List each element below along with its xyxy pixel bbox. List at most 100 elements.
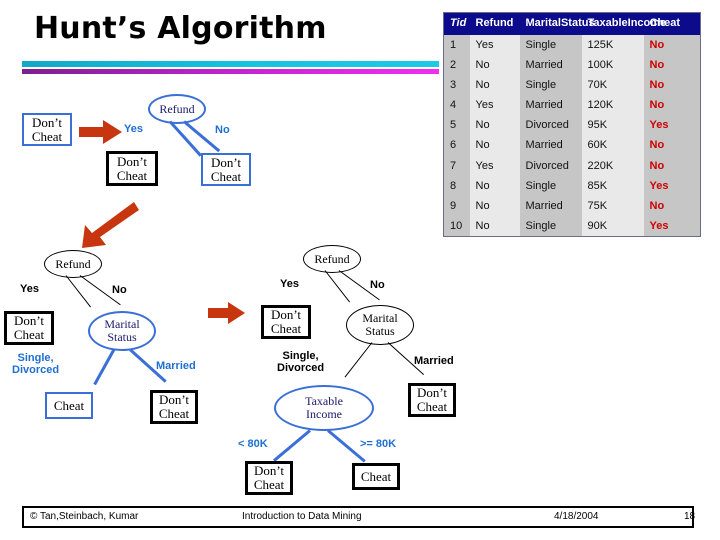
tree1-root-refund-node: Refund — [148, 94, 206, 124]
node-line-1: Refund — [314, 251, 350, 266]
table-cell: Married — [519, 55, 582, 76]
table-cell: 3 — [443, 75, 470, 96]
column-header-tid: Tid — [443, 12, 470, 35]
table-cell: Married — [519, 135, 582, 156]
table-cell: No — [469, 175, 520, 196]
header-line-1: Taxable — [587, 17, 628, 29]
tree2-edge-single-divorced — [93, 348, 116, 386]
table-cell: 125K — [581, 34, 644, 56]
node-line-2: Cheat — [270, 321, 302, 336]
table-cell: No — [643, 135, 701, 156]
table-cell: Married — [519, 195, 582, 216]
node-line-1: Don’t — [416, 385, 448, 401]
label-line-2: Divorced — [12, 364, 60, 377]
table-cell: No — [469, 55, 520, 76]
node-line-2: Cheat — [31, 128, 63, 144]
table-cell: 7 — [443, 155, 470, 176]
table-cell: No — [643, 55, 701, 76]
column-header-cheat: Cheat — [643, 12, 701, 35]
title-rule-teal — [22, 61, 439, 67]
node-line-2: Cheat — [416, 399, 448, 414]
table-cell: No — [469, 135, 520, 156]
tree3-label-married: Married — [414, 355, 454, 367]
node-line-1: Don’t — [31, 114, 63, 130]
table-cell: No — [643, 195, 701, 216]
table-cell: No — [469, 215, 520, 237]
tree1-label-no: No — [215, 124, 230, 136]
column-header-refund: Refund — [469, 12, 520, 35]
table-cell: 220K — [581, 155, 644, 176]
column-header-marital-status: MaritalStatus — [519, 12, 595, 35]
table-cell: No — [643, 34, 701, 56]
tree1-label-yes: Yes — [124, 123, 143, 135]
tree2-to-tree3-arrow-icon — [208, 302, 245, 324]
node-line-1: Refund — [55, 256, 91, 271]
node-line-2: Cheat — [13, 327, 45, 342]
tree1-to-tree2-arrow-icon — [82, 202, 139, 248]
tree3-label-single-divorced: Single, Divorced — [277, 350, 324, 374]
tree3-leaf-married: Don’t Cheat — [408, 383, 456, 417]
tree3-taxable-income-node: Taxable Income — [274, 385, 374, 431]
tree2-leaf-yes: Don’t Cheat — [4, 311, 54, 345]
table-cell: Yes — [469, 34, 520, 56]
label-line-1: Single, — [282, 350, 319, 362]
node-line-1: Don’t — [116, 153, 148, 169]
table-cell: No — [469, 115, 520, 136]
table-cell: 10 — [443, 215, 470, 237]
table-cell: 5 — [443, 115, 470, 136]
node-line-1: Don’t — [253, 463, 285, 479]
table-cell: 70K — [581, 75, 644, 96]
tree3-marital-status-node: Marital Status — [346, 305, 414, 345]
table-cell: 90K — [581, 215, 644, 237]
node-line-2: Status — [107, 330, 137, 344]
tree1-leaf-yes: Don’t Cheat — [106, 151, 158, 186]
tree2-leaf-married: Don’t Cheat — [150, 390, 198, 424]
node-line-2: Cheat — [158, 406, 190, 421]
title-rule-purple — [22, 69, 439, 74]
table-cell: Divorced — [519, 155, 582, 176]
table-cell: Yes — [643, 115, 701, 136]
table-cell: No — [643, 75, 701, 96]
tree3-leaf-yes: Don’t Cheat — [261, 305, 311, 339]
table-cell: No — [469, 75, 520, 96]
tree2-label-single-divorced: Single, Divorced — [12, 352, 59, 376]
tree3-label-ge-80k: >= 80K — [360, 438, 397, 450]
table-row: 6 No Married 60K No — [443, 135, 701, 156]
table-cell: No — [643, 95, 701, 116]
table-cell: Divorced — [519, 115, 582, 136]
table-row: 2 No Married 100K No — [443, 55, 701, 76]
table-cell: Single — [519, 175, 582, 196]
table-row: 1 Yes Single 125K No — [443, 34, 701, 56]
table-row: 4 Yes Married 120K No — [443, 95, 701, 116]
table-cell: 6 — [443, 135, 470, 156]
table-cell: Yes — [643, 215, 701, 237]
table-cell: Single — [519, 215, 582, 237]
table-cell: 2 — [443, 55, 470, 76]
table-cell: Single — [519, 75, 582, 96]
label-line-2: Divorced — [277, 362, 325, 375]
tree2-marital-status-node: Marital Status — [88, 311, 156, 351]
tree3-edge-single-divorced — [344, 342, 373, 378]
node-line-2: Status — [365, 324, 395, 338]
table-cell: Single — [519, 34, 582, 56]
tree2-leaf-cheat: Cheat — [45, 392, 93, 419]
node-line-1: Refund — [159, 101, 195, 116]
table-cell: 95K — [581, 115, 644, 136]
node-line-1: Don’t — [210, 154, 242, 170]
footer-page-number: 18 — [684, 511, 696, 522]
tree3-leaf-lt-80k: Don’t Cheat — [245, 461, 293, 495]
table-cell: 60K — [581, 135, 644, 156]
tree3-edge-lt-80k — [273, 429, 311, 462]
tree2-label-yes: Yes — [20, 283, 39, 295]
tree1-edge-yes — [168, 120, 202, 157]
table-row: 8 No Single 85K Yes — [443, 175, 701, 196]
table-row: 9 No Married 75K No — [443, 195, 701, 216]
tree3-label-lt-80k: < 80K — [238, 438, 268, 450]
table-cell: 75K — [581, 195, 644, 216]
tree3-label-yes: Yes — [280, 278, 299, 290]
node-line-1: Cheat — [360, 468, 392, 484]
tree1-leaf-no: Don’t Cheat — [201, 153, 251, 186]
footer-date: 4/18/2004 — [554, 511, 599, 522]
table-cell: 120K — [581, 95, 644, 116]
slide-footer: © Tan,Steinbach, Kumar Introduction to D… — [22, 506, 696, 528]
